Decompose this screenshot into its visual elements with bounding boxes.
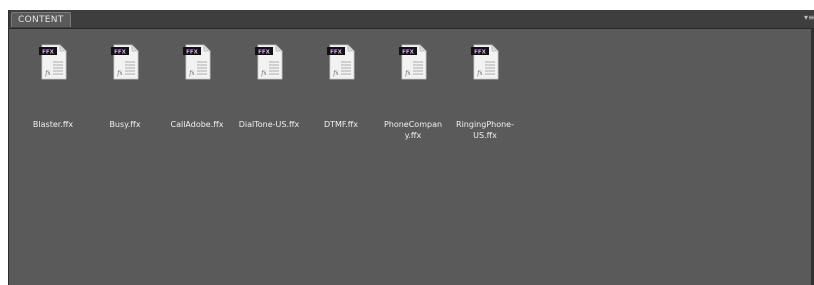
fx-glyph: fx: [332, 70, 339, 77]
ffx-file-icon: FFX fx: [111, 44, 141, 80]
file-type-badge: FFX: [186, 50, 199, 56]
tab-content[interactable]: CONTENT: [11, 12, 71, 27]
fx-glyph: fx: [116, 70, 123, 77]
file-name-line: US.ffx: [473, 131, 497, 140]
file-name-label: RingingPhone- US.ffx: [451, 119, 519, 141]
panel-menu-icon[interactable]: ▾≡: [804, 13, 814, 23]
file-type-badge: FFX: [402, 50, 415, 56]
fx-glyph: fx: [188, 70, 195, 77]
file-type-badge: FFX: [258, 50, 271, 56]
content-panel: CONTENT ▾≡ FFX fx Blaster.ffx FFX fx Busy.ffx…: [8, 10, 814, 285]
ffx-file-icon: FFX fx: [255, 44, 285, 80]
fx-glyph: fx: [476, 70, 483, 77]
file-name-label: Busy.ffx: [109, 120, 141, 129]
ffx-file-icon: FFX fx: [399, 44, 429, 80]
fx-glyph: fx: [260, 70, 267, 77]
file-type-badge: FFX: [42, 50, 55, 56]
ffx-file-icon: FFX fx: [183, 44, 213, 80]
ffx-file-icon: FFX fx: [327, 44, 357, 80]
file-name-label: Blaster.ffx: [32, 120, 74, 129]
file-name-label: PhoneCompan y.ffx: [379, 119, 447, 141]
file-name-label: DTMF.ffx: [323, 120, 359, 129]
file-name-label: DialTone-US.ffx: [238, 120, 300, 129]
fx-glyph: fx: [44, 70, 51, 77]
file-name-line: y.ffx: [404, 131, 422, 140]
fx-glyph: fx: [404, 70, 411, 77]
ffx-file-icon: FFX fx: [471, 44, 501, 80]
file-type-badge: FFX: [114, 50, 127, 56]
file-name-label: CallAdobe.ffx: [170, 120, 224, 129]
file-type-badge: FFX: [474, 50, 487, 56]
file-type-badge: FFX: [330, 50, 343, 56]
ffx-file-icon: FFX fx: [39, 44, 69, 80]
file-name-line: PhoneCompan: [383, 120, 443, 129]
file-name-line: RingingPhone-: [456, 120, 514, 129]
panel-tab-bar: CONTENT ▾≡: [9, 10, 814, 29]
